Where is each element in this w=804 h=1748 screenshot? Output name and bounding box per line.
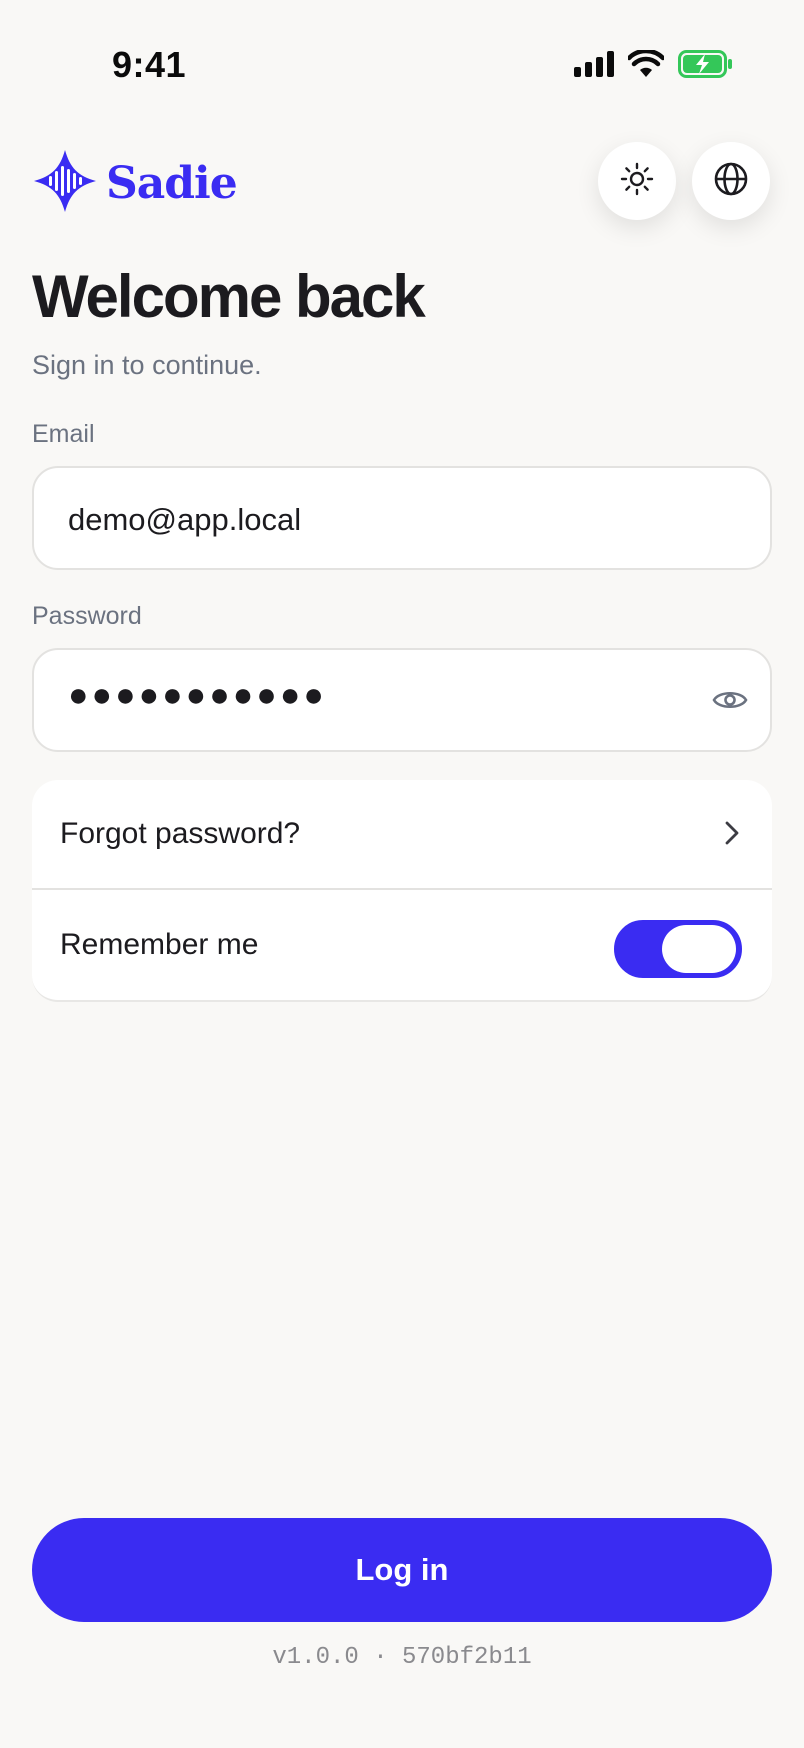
- password-label: Password: [32, 602, 142, 630]
- password-field[interactable]: ●●●●●●●●●●●: [32, 648, 772, 752]
- remember-me-toggle[interactable]: [614, 920, 742, 978]
- email-field[interactable]: demo@app.local: [32, 466, 772, 570]
- brand-name: Sadie: [106, 158, 238, 209]
- password-value[interactable]: ●●●●●●●●●●●: [68, 676, 327, 715]
- theme-toggle-button[interactable]: [598, 142, 676, 220]
- email-label: Email: [32, 420, 95, 448]
- options-card: Forgot password? Remember me: [32, 780, 772, 1002]
- show-password-button[interactable]: [710, 682, 750, 722]
- chevron-right-icon: [724, 820, 740, 851]
- header: Sadie: [32, 140, 772, 230]
- eye-icon: [712, 687, 748, 718]
- forgot-password-row[interactable]: Forgot password?: [32, 780, 772, 890]
- sun-icon: [620, 162, 654, 201]
- toggle-knob: [662, 925, 736, 973]
- globe-icon: [713, 161, 749, 202]
- language-button[interactable]: [692, 142, 770, 220]
- sound-wave-diamond-icon: [32, 148, 98, 219]
- version-label: v1.0.0 · 570bf2b11: [272, 1644, 532, 1671]
- forgot-password-label: Forgot password?: [60, 817, 301, 850]
- status-icons: [574, 48, 734, 83]
- page-title: Welcome back: [32, 263, 426, 330]
- status-time: 9:41: [112, 44, 187, 85]
- status-bar: 9:41: [0, 0, 804, 120]
- page-subtitle: Sign in to continue.: [32, 350, 262, 380]
- cellular-signal-icon: [574, 51, 614, 82]
- brand-logo: Sadie: [32, 148, 238, 219]
- remember-me-label: Remember me: [60, 928, 259, 961]
- wifi-icon: [626, 48, 666, 83]
- battery-charging-icon: [678, 50, 734, 83]
- remember-me-row: Remember me: [32, 890, 772, 1000]
- login-button[interactable]: Log in: [32, 1518, 772, 1622]
- email-value[interactable]: demo@app.local: [68, 502, 301, 538]
